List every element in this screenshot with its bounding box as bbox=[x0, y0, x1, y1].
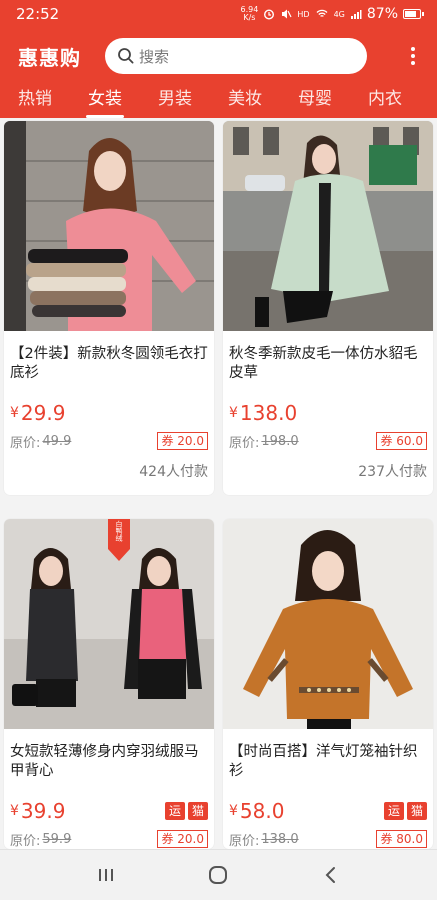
tab-baby[interactable]: 母婴 bbox=[280, 84, 350, 118]
product-image: 白鸭绒 bbox=[4, 519, 214, 729]
price-value: 58.0 bbox=[239, 799, 285, 823]
signal-icon bbox=[350, 10, 362, 19]
status-bar: 22:52 6.94 K/s HD 4G 87% bbox=[0, 0, 437, 28]
original-price-row: 原价: 49.9 券 20.0 bbox=[4, 427, 214, 451]
category-tabs: 热销 女装 男装 美妆 母婴 内衣 bbox=[0, 84, 437, 118]
system-nav-bar bbox=[0, 849, 437, 900]
product-price: ¥ 138.0 bbox=[223, 391, 433, 427]
original-price: 59.9 bbox=[42, 831, 72, 847]
product-image bbox=[223, 121, 433, 331]
clock: 22:52 bbox=[16, 5, 60, 23]
product-tag: 白鸭绒 bbox=[115, 520, 123, 543]
product-image bbox=[223, 519, 433, 729]
sales-count: 237人付款 bbox=[358, 464, 427, 480]
price-value: 138.0 bbox=[239, 401, 298, 425]
original-price-label: 原价: bbox=[10, 435, 41, 451]
status-icons: 6.94 K/s HD 4G 87% bbox=[240, 5, 424, 22]
product-price: ¥ 58.0 运 猫 bbox=[223, 789, 433, 825]
original-price: 49.9 bbox=[42, 433, 72, 449]
product-title: 女短款轻薄修身内穿羽绒服马甲背心 bbox=[10, 744, 199, 779]
battery-percent: 87% bbox=[366, 6, 398, 22]
coupon-badge[interactable]: 券 60.0 bbox=[376, 432, 427, 450]
search-icon bbox=[118, 48, 134, 64]
product-card[interactable]: 【时尚百搭】洋气灯笼袖针织衫 ¥ 58.0 运 猫 原价: 138.0 券 80… bbox=[223, 519, 433, 849]
currency-symbol: ¥ bbox=[10, 803, 19, 819]
tab-beauty[interactable]: 美妆 bbox=[210, 84, 280, 118]
hd-label: HD bbox=[297, 9, 310, 19]
tab-underwear[interactable]: 内衣 bbox=[350, 84, 420, 118]
shipping-badge: 运 bbox=[165, 802, 185, 820]
search-placeholder: 搜索 bbox=[139, 47, 170, 66]
product-price: ¥ 29.9 bbox=[4, 391, 214, 427]
wifi-icon bbox=[316, 9, 328, 17]
product-title: 秋冬季新款皮毛一体仿水貂毛皮草 bbox=[229, 346, 418, 381]
product-price: ¥ 39.9 运 猫 bbox=[4, 789, 214, 825]
currency-symbol: ¥ bbox=[229, 405, 238, 421]
product-image bbox=[4, 121, 214, 331]
original-price-label: 原价: bbox=[229, 833, 260, 849]
app-logo: 惠惠购 bbox=[18, 45, 81, 70]
home-icon bbox=[209, 866, 228, 884]
more-menu-icon[interactable] bbox=[403, 44, 423, 68]
tmall-badge: 猫 bbox=[407, 802, 427, 820]
back-icon bbox=[325, 867, 335, 883]
alarm-icon bbox=[264, 9, 275, 20]
recent-apps-icon bbox=[99, 869, 114, 881]
tmall-badge: 猫 bbox=[188, 802, 208, 820]
coupon-badge[interactable]: 券 80.0 bbox=[376, 830, 427, 848]
app-header: 惠惠购 搜索 bbox=[0, 28, 437, 84]
original-price-label: 原价: bbox=[10, 833, 41, 849]
product-title: 【2件装】新款秋冬圆领毛衣打底衫 bbox=[10, 346, 208, 381]
search-input[interactable]: 搜索 bbox=[105, 38, 367, 74]
price-value: 39.9 bbox=[20, 799, 66, 823]
original-price: 198.0 bbox=[261, 433, 299, 449]
mute-icon bbox=[282, 9, 292, 19]
recent-apps-button[interactable] bbox=[91, 860, 121, 890]
sales-count: 424人付款 bbox=[139, 464, 208, 480]
currency-symbol: ¥ bbox=[10, 405, 19, 421]
network-speed: 6.94 K/s bbox=[240, 5, 259, 22]
product-title: 【时尚百搭】洋气灯笼袖针织衫 bbox=[229, 744, 418, 779]
tab-hot[interactable]: 热销 bbox=[0, 84, 70, 118]
coupon-badge[interactable]: 券 20.0 bbox=[157, 830, 208, 848]
original-price-row: 原价: 198.0 券 60.0 bbox=[223, 427, 433, 451]
back-button[interactable] bbox=[316, 860, 346, 890]
product-card[interactable]: 【2件装】新款秋冬圆领毛衣打底衫 ¥ 29.9 原价: 49.9 券 20.0 … bbox=[4, 121, 214, 495]
tab-men[interactable]: 男装 bbox=[140, 84, 210, 118]
product-card[interactable]: 秋冬季新款皮毛一体仿水貂毛皮草 ¥ 138.0 原价: 198.0 券 60.0… bbox=[223, 121, 433, 495]
original-price-row: 原价: 59.9 券 20.0 bbox=[4, 825, 214, 849]
price-value: 29.9 bbox=[20, 401, 66, 425]
original-price-label: 原价: bbox=[229, 435, 260, 451]
product-grid: 【2件装】新款秋冬圆领毛衣打底衫 ¥ 29.9 原价: 49.9 券 20.0 … bbox=[0, 118, 437, 849]
network-type: 4G bbox=[333, 9, 345, 19]
currency-symbol: ¥ bbox=[229, 803, 238, 819]
original-price: 138.0 bbox=[261, 831, 299, 847]
coupon-badge[interactable]: 券 20.0 bbox=[157, 432, 208, 450]
home-button[interactable] bbox=[203, 860, 233, 890]
service-badges: 运 猫 bbox=[165, 802, 208, 820]
service-badges: 运 猫 bbox=[384, 802, 427, 820]
product-card[interactable]: 白鸭绒 女短款轻薄修身内穿羽绒服马甲背心 ¥ 39.9 运 猫 原价: 59.9… bbox=[4, 519, 214, 849]
shipping-badge: 运 bbox=[384, 802, 404, 820]
battery-icon bbox=[403, 9, 424, 19]
tab-women[interactable]: 女装 bbox=[70, 84, 140, 118]
original-price-row: 原价: 138.0 券 80.0 bbox=[223, 825, 433, 849]
